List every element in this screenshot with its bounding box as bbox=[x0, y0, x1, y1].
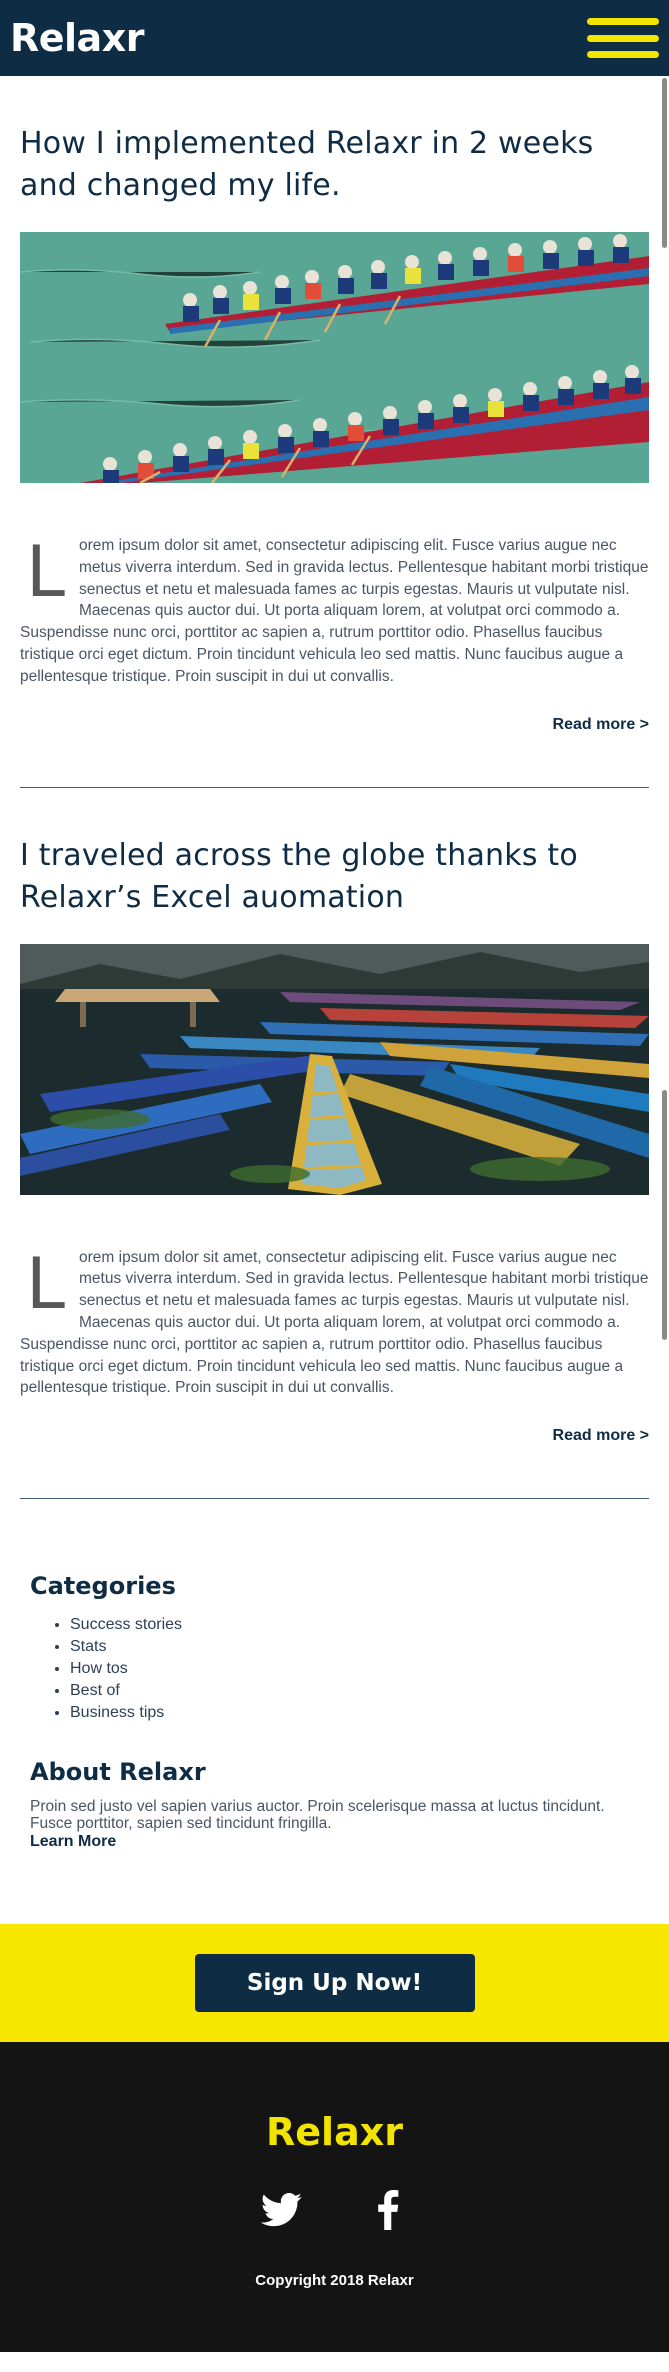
main-content: How I implemented Relaxr in 2 weeks and … bbox=[0, 76, 669, 2043]
post-excerpt: orem ipsum dolor sit amet, consectetur a… bbox=[20, 1248, 649, 1397]
about-title: About Relaxr bbox=[30, 1758, 206, 1787]
post-title[interactable]: How I implemented Relaxr in 2 weeks and … bbox=[20, 76, 649, 207]
learn-more-link[interactable]: Learn More bbox=[30, 1832, 639, 1852]
sign-up-button[interactable]: Sign Up Now! bbox=[194, 1954, 475, 2013]
hamburger-bar bbox=[587, 51, 659, 58]
category-link[interactable]: Success stories bbox=[70, 1614, 639, 1636]
facebook-icon[interactable] bbox=[366, 2188, 410, 2232]
post-excerpt: orem ipsum dolor sit amet, consectetur a… bbox=[20, 537, 649, 685]
read-more-link[interactable]: Read more > bbox=[20, 716, 649, 734]
blog-post: How I implemented Relaxr in 2 weeks and … bbox=[0, 76, 669, 734]
post-dropcap: L bbox=[26, 531, 65, 613]
about-text: Proin sed justo vel sapien varius auctor… bbox=[30, 1798, 605, 1833]
post-body: L orem ipsum dolor sit amet, consectetur… bbox=[20, 1247, 649, 1400]
post-dropcap: L bbox=[26, 1242, 65, 1325]
blog-post: I traveled across the globe thanks to Re… bbox=[0, 788, 669, 1446]
scrollbar-thumb[interactable] bbox=[662, 78, 667, 248]
hamburger-menu-icon[interactable] bbox=[587, 18, 659, 58]
lake-rowboats-photo[interactable] bbox=[20, 943, 649, 1195]
social-links bbox=[0, 2188, 669, 2232]
hamburger-bar bbox=[587, 34, 659, 42]
signup-banner: Sign Up Now! bbox=[0, 1924, 669, 2043]
dragon-boat-race-photo[interactable] bbox=[20, 232, 649, 483]
scrollbar-thumb[interactable] bbox=[662, 1090, 667, 1340]
site-logo[interactable]: Relaxr bbox=[10, 16, 144, 60]
site-footer: Relaxr Copyright 2018 Relaxr bbox=[0, 2042, 669, 2353]
twitter-icon[interactable] bbox=[260, 2188, 304, 2232]
category-link[interactable]: Stats bbox=[70, 1636, 639, 1658]
copyright-text: Copyright 2018 Relaxr bbox=[255, 2272, 414, 2290]
read-more-link[interactable]: Read more > bbox=[20, 1427, 649, 1445]
categories-list: Success stories Stats How tos Best of Bu… bbox=[30, 1614, 639, 1724]
category-link[interactable]: Best of bbox=[70, 1680, 639, 1702]
categories-title: Categories bbox=[30, 1572, 176, 1601]
category-link[interactable]: How tos bbox=[70, 1658, 639, 1680]
footer-logo[interactable]: Relaxr bbox=[0, 2110, 669, 2154]
site-header: Relaxr bbox=[0, 0, 669, 76]
post-body: L orem ipsum dolor sit amet, consectetur… bbox=[20, 535, 649, 688]
post-title[interactable]: I traveled across the globe thanks to Re… bbox=[20, 788, 649, 919]
hamburger-bar bbox=[587, 18, 659, 25]
category-link[interactable]: Business tips bbox=[70, 1702, 639, 1724]
sidebar-widgets: Categories Success stories Stats How tos… bbox=[0, 1499, 669, 1852]
